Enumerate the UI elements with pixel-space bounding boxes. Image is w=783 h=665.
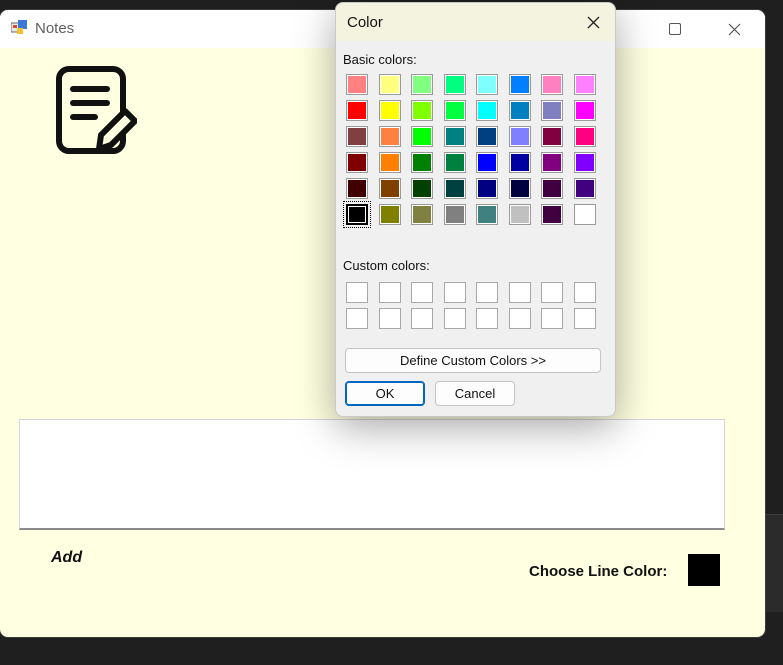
basic-color-swatch[interactable] (573, 100, 596, 121)
basic-color-swatch[interactable] (508, 204, 531, 225)
app-icon (11, 20, 27, 34)
basic-color-swatch[interactable] (378, 152, 401, 173)
basic-color-swatch[interactable] (378, 126, 401, 147)
custom-color-swatch[interactable] (573, 308, 596, 329)
basic-color-swatch[interactable] (508, 152, 531, 173)
basic-color-swatch[interactable] (476, 178, 498, 199)
ok-button[interactable]: OK (345, 381, 425, 406)
dialog-titlebar: Color (336, 3, 615, 41)
basic-color-swatch[interactable] (411, 100, 433, 121)
basic-color-swatch[interactable] (573, 74, 596, 95)
custom-color-swatch[interactable] (476, 282, 498, 303)
custom-color-swatch[interactable] (411, 282, 433, 303)
basic-color-swatch[interactable] (573, 152, 596, 173)
basic-color-swatch[interactable] (346, 126, 368, 147)
custom-color-swatch[interactable] (346, 282, 368, 303)
basic-color-swatch[interactable] (508, 74, 531, 95)
basic-color-swatch[interactable] (411, 178, 433, 199)
dialog-close-button[interactable] (579, 8, 607, 36)
close-button[interactable] (711, 10, 757, 48)
basic-colors-grid (343, 74, 596, 228)
basic-color-swatch[interactable] (541, 74, 563, 95)
basic-color-swatch[interactable] (346, 100, 368, 121)
line-color-swatch[interactable] (688, 554, 720, 586)
basic-color-swatch[interactable] (378, 178, 401, 199)
basic-color-swatch[interactable] (346, 178, 368, 199)
basic-color-swatch[interactable] (411, 126, 433, 147)
basic-color-swatch[interactable] (541, 204, 563, 225)
custom-colors-grid (346, 282, 596, 329)
cancel-button[interactable]: Cancel (435, 381, 515, 406)
maximize-icon (669, 23, 681, 35)
custom-color-swatch[interactable] (541, 282, 563, 303)
basic-color-swatch[interactable] (378, 100, 401, 121)
basic-color-swatch[interactable] (541, 100, 563, 121)
note-text-area[interactable] (19, 419, 725, 530)
basic-color-swatch[interactable] (346, 74, 368, 95)
basic-color-swatch[interactable] (541, 126, 563, 147)
custom-color-swatch[interactable] (378, 282, 401, 303)
custom-color-swatch[interactable] (508, 308, 531, 329)
basic-color-swatch[interactable] (443, 100, 466, 121)
dialog-title: Color (347, 14, 383, 31)
basic-color-swatch[interactable] (343, 201, 371, 228)
custom-color-swatch[interactable] (346, 308, 368, 329)
basic-color-swatch[interactable] (411, 204, 433, 225)
basic-color-swatch[interactable] (378, 74, 401, 95)
line-color-label: Choose Line Color: (529, 563, 668, 580)
basic-color-swatch[interactable] (476, 126, 498, 147)
basic-color-swatch[interactable] (573, 204, 596, 225)
basic-color-swatch[interactable] (411, 74, 433, 95)
window-title: Notes (35, 20, 75, 37)
color-dialog: Color Basic colors: Custom colors: Defin… (335, 2, 616, 417)
basic-color-swatch[interactable] (476, 74, 498, 95)
define-custom-colors-button[interactable]: Define Custom Colors >> (345, 348, 601, 373)
basic-color-swatch[interactable] (443, 204, 466, 225)
basic-color-swatch[interactable] (476, 204, 498, 225)
basic-color-swatch[interactable] (476, 100, 498, 121)
basic-color-swatch[interactable] (508, 178, 531, 199)
basic-color-swatch[interactable] (573, 178, 596, 199)
basic-color-swatch[interactable] (443, 152, 466, 173)
custom-color-swatch[interactable] (443, 308, 466, 329)
basic-color-swatch[interactable] (443, 126, 466, 147)
custom-color-swatch[interactable] (508, 282, 531, 303)
basic-color-swatch[interactable] (411, 152, 433, 173)
custom-colors-label: Custom colors: (343, 258, 430, 273)
custom-color-swatch[interactable] (573, 282, 596, 303)
basic-color-swatch[interactable] (346, 152, 368, 173)
background-app-panel (765, 514, 783, 612)
basic-color-swatch[interactable] (443, 74, 466, 95)
basic-color-swatch[interactable] (541, 178, 563, 199)
basic-color-swatch[interactable] (573, 126, 596, 147)
close-icon (587, 16, 599, 28)
add-button[interactable]: Add (51, 549, 82, 567)
note-edit-icon (56, 66, 137, 154)
custom-color-swatch[interactable] (541, 308, 563, 329)
custom-color-swatch[interactable] (411, 308, 433, 329)
custom-color-swatch[interactable] (476, 308, 498, 329)
basic-colors-label: Basic colors: (343, 52, 417, 67)
basic-color-swatch[interactable] (443, 178, 466, 199)
close-icon (728, 23, 740, 35)
basic-color-swatch[interactable] (378, 204, 401, 225)
basic-color-swatch[interactable] (508, 100, 531, 121)
basic-color-swatch[interactable] (476, 152, 498, 173)
basic-color-swatch[interactable] (508, 126, 531, 147)
maximize-button[interactable] (652, 10, 698, 48)
custom-color-swatch[interactable] (378, 308, 401, 329)
custom-color-swatch[interactable] (443, 282, 466, 303)
basic-color-swatch[interactable] (541, 152, 563, 173)
